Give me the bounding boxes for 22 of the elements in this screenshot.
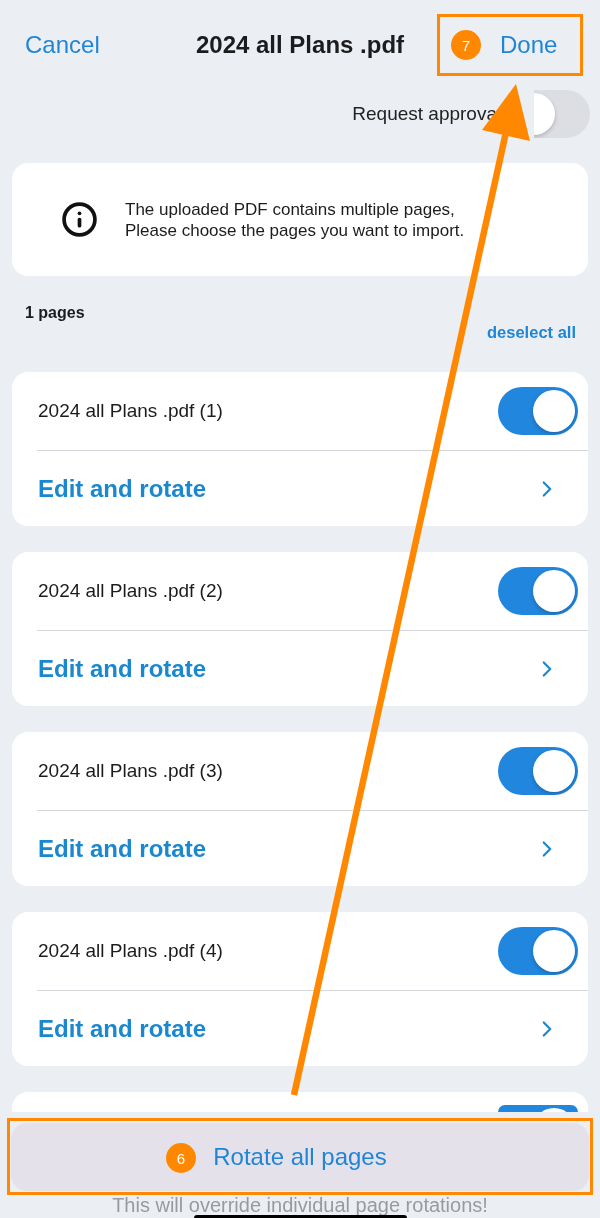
rotation-override-note: This will override individual page rotations! — [112, 1195, 488, 1215]
page-name: 2024 all Plans .pdf (4) — [38, 939, 223, 963]
toggle-switch[interactable] — [534, 89, 590, 138]
edit-and-rotate-link[interactable]: Edit and rotate — [12, 631, 588, 706]
info-message: The uploaded PDF contains multiple pages, Please choose the pages you want to import. — [125, 198, 465, 241]
document-title: 2024 all Plans .pdf — [195, 30, 405, 60]
edit-and-rotate-link[interactable]: Edit and rotate — [12, 991, 588, 1066]
toggle-switch[interactable] — [498, 387, 578, 435]
pages-count: 1 pages — [25, 303, 85, 323]
deselect-all-link[interactable]: deselect all — [487, 322, 576, 342]
done-button[interactable]: Done — [500, 30, 558, 60]
edit-and-rotate-link[interactable]: Edit and rotate — [12, 451, 588, 526]
info-icon — [61, 201, 98, 238]
page-name: 2024 all Plans .pdf (3) — [38, 759, 223, 783]
page-name: 2024 all Plans .pdf (2) — [38, 579, 223, 603]
page-name: 2024 all Plans .pdf (1) — [38, 399, 223, 423]
toggle-switch[interactable] — [498, 567, 578, 615]
toggle-switch[interactable] — [498, 927, 578, 975]
edit-and-rotate-link[interactable]: Edit and rotate — [12, 811, 588, 886]
cancel-button[interactable]: Cancel — [25, 30, 100, 60]
toggle-switch[interactable] — [498, 747, 578, 795]
step-number-badge: 7 — [451, 30, 481, 60]
